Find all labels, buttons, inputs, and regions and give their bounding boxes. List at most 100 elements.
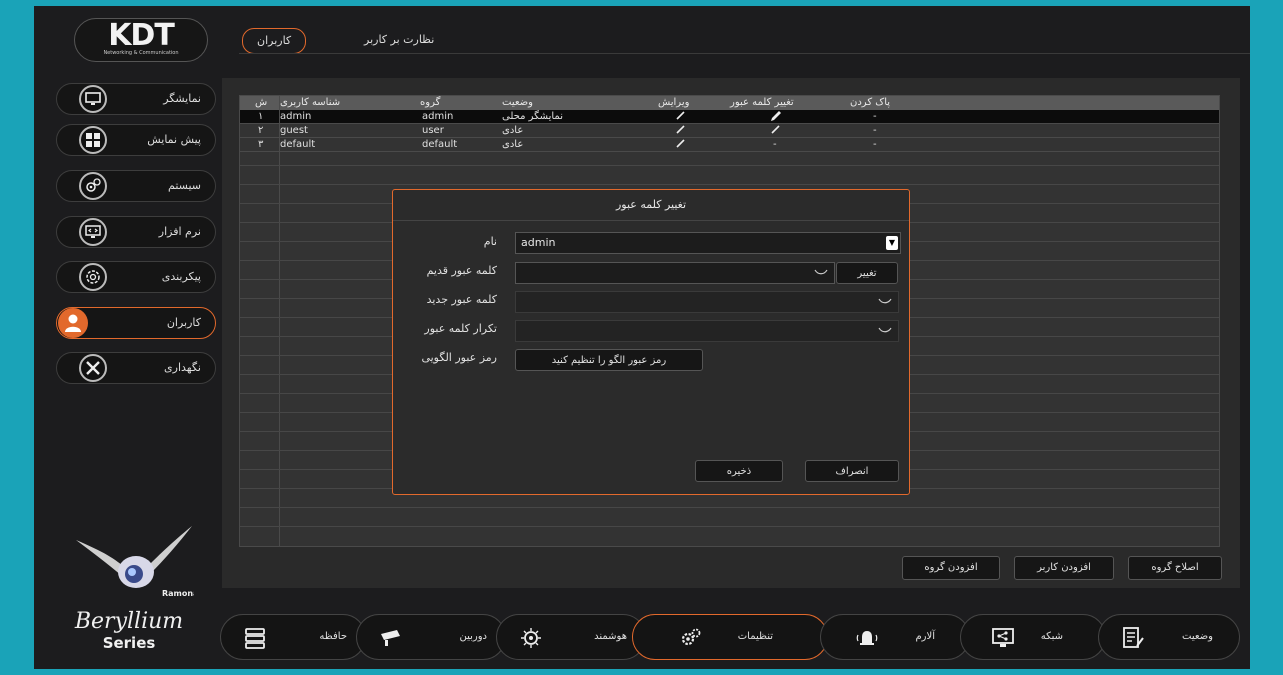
nav-storage[interactable]: حافظه — [220, 614, 366, 660]
user-icon — [58, 308, 88, 338]
change-password-pencil-icon[interactable] — [771, 124, 781, 138]
cell-clear: - — [873, 139, 877, 150]
eye-closed-icon[interactable] — [878, 326, 892, 334]
sidebar-item-label: سیستم — [168, 179, 201, 192]
sidebar-item-label: نمایشگر — [163, 92, 201, 105]
tab-users[interactable]: کاربران — [242, 28, 307, 54]
edit-group-button[interactable]: اصلاح گروه — [1128, 556, 1222, 580]
row-divider — [240, 165, 1219, 166]
sidebar-item-preview[interactable]: پیش نمایش — [56, 124, 216, 156]
code-monitor-icon — [79, 218, 107, 246]
cancel-button[interactable]: انصراف — [805, 460, 899, 482]
logo-text: KDT — [108, 18, 175, 53]
cell-clear: - — [873, 125, 877, 136]
nav-settings[interactable]: تنظیمات — [632, 614, 828, 660]
sidebar-item-label: پیش نمایش — [147, 133, 201, 146]
nav-smart[interactable]: هوشمند — [496, 614, 646, 660]
nav-network[interactable]: شبکه — [960, 614, 1106, 660]
logo-subtitle: Networking & Communication — [103, 50, 179, 56]
new-password-label: کلمه عبور جدید — [426, 293, 497, 306]
row-divider — [240, 526, 1219, 527]
cell-user-id: guest — [280, 125, 308, 136]
grid-icon — [79, 126, 107, 154]
edit-pencil-icon[interactable] — [676, 138, 686, 152]
sidebar-item-maintenance[interactable]: نگهداری — [56, 352, 216, 384]
add-group-button[interactable]: افزودن گروه — [902, 556, 1000, 580]
nav-label: وضعیت — [1182, 631, 1213, 642]
row-divider — [240, 184, 1219, 185]
bottom-nav: حافظه دوربین هوشمند تنظیمات آلارم شبکه و… — [220, 614, 1240, 662]
new-password-field[interactable] — [515, 291, 899, 313]
cell-group: default — [422, 139, 458, 150]
col-edit: ویرایش — [658, 97, 690, 108]
edit-pencil-icon[interactable] — [676, 110, 686, 124]
config-gear-icon — [79, 263, 107, 291]
sidebar-item-system[interactable]: سیستم — [56, 170, 216, 202]
monitor-icon — [79, 85, 107, 113]
nav-label: حافظه — [319, 631, 347, 642]
nav-alarm[interactable]: آلارم — [820, 614, 970, 660]
table-row[interactable]: ۲ guest user عادی - — [240, 124, 1219, 138]
pattern-password-label: رمز عبور الگویی — [421, 351, 497, 364]
table-header: ش شناسه کاربری گروه وضعیت ویرایش تغییر ک… — [240, 96, 1219, 110]
nav-label: هوشمند — [594, 631, 627, 642]
nav-label: شبکه — [1040, 631, 1063, 642]
column-divider — [279, 96, 280, 546]
change-password-dialog: تغییر کلمه عبور نام admin ▼ کلمه عبور قد… — [392, 189, 910, 495]
sidebar-item-software[interactable]: نرم افزار — [56, 216, 216, 248]
table-row[interactable]: ۳ default default عادی - - — [240, 138, 1219, 152]
cell-user-id: admin — [280, 111, 312, 122]
chevron-down-icon[interactable]: ▼ — [886, 236, 898, 250]
cell-group: admin — [422, 111, 454, 122]
cell-user-id: default — [280, 139, 316, 150]
edit-pencil-icon[interactable] — [676, 124, 686, 138]
cell-status: نمایشگر محلی — [502, 111, 563, 122]
tab-user-monitoring[interactable]: نظارت بر کاربر — [364, 28, 434, 52]
cell-group: user — [422, 125, 444, 136]
alarm-icon — [856, 631, 878, 645]
sidebar-item-display[interactable]: نمایشگر — [56, 83, 216, 115]
name-value: admin — [521, 236, 556, 249]
col-num: ش — [255, 97, 268, 108]
save-button[interactable]: ذخیره — [695, 460, 783, 482]
col-change-password: تغییر کلمه عبور — [730, 97, 794, 108]
sidebar-item-configuration[interactable]: پیکربندی — [56, 261, 216, 293]
col-user-id: شناسه کاربری — [280, 97, 341, 108]
cell-change-password: - — [773, 139, 777, 150]
repeat-password-field[interactable] — [515, 320, 899, 342]
cell-status: عادی — [502, 139, 524, 150]
eye-closed-icon[interactable] — [878, 297, 892, 305]
old-password-label: کلمه عبور قدیم — [426, 264, 497, 277]
table-row[interactable]: ۱ admin admin نمایشگر محلی - — [240, 110, 1219, 124]
repeat-password-label: تکرار کلمه عبور — [424, 322, 497, 335]
row-divider — [240, 507, 1219, 508]
smart-icon — [521, 628, 541, 648]
col-clear: پاک کردن — [850, 97, 891, 108]
change-button[interactable]: تغییر — [836, 262, 898, 284]
cell-num: ۱ — [258, 111, 264, 122]
storage-icon — [245, 628, 265, 649]
nav-status[interactable]: وضعیت — [1098, 614, 1240, 660]
nav-label: آلارم — [915, 631, 935, 642]
cell-num: ۲ — [258, 125, 264, 136]
eye-closed-icon[interactable] — [814, 268, 828, 276]
nav-camera[interactable]: دوربین — [356, 614, 506, 660]
old-password-field[interactable] — [515, 262, 835, 284]
gears-icon — [79, 172, 107, 200]
sidebar-item-label: پیکربندی — [161, 270, 201, 283]
nav-label: دوربین — [459, 631, 487, 642]
name-label: نام — [483, 235, 497, 248]
cell-status: عادی — [502, 125, 524, 136]
kdt-logo: KDT Networking & Communication — [74, 18, 208, 62]
add-user-button[interactable]: افزودن کاربر — [1014, 556, 1114, 580]
cell-clear: - — [873, 111, 877, 122]
brand-line2: Series — [102, 634, 156, 652]
set-pattern-button[interactable]: رمز عبور الگو را تنظیم کنید — [515, 349, 703, 371]
dvr-screen: KDT Networking & Communication کاربران ن… — [34, 6, 1250, 669]
sidebar-item-label: نرم افزار — [158, 225, 201, 238]
sidebar-item-users[interactable]: کاربران — [56, 307, 216, 339]
name-select[interactable]: admin ▼ — [515, 232, 901, 254]
col-status: وضعیت — [502, 97, 533, 108]
ramona-camera-logo: Ramona — [76, 526, 194, 598]
ramona-badge: Ramona — [162, 589, 194, 598]
